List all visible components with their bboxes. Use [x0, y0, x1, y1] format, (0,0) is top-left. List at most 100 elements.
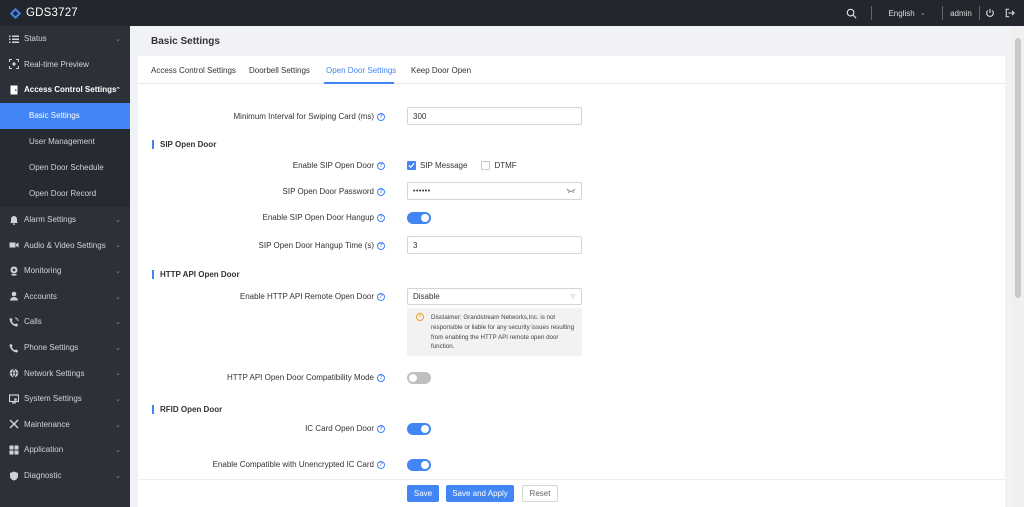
help-icon[interactable]: ? [377, 373, 385, 382]
sidebar-item-label: Audio & Video Settings [24, 240, 106, 250]
sidebar-item-diagnostic[interactable]: Diagnostic ⌄ [0, 463, 130, 489]
user-icon [9, 291, 19, 301]
sidebar-item-phone-settings[interactable]: Phone Settings ⌄ [0, 335, 130, 361]
sidebar-item-real-time-preview[interactable]: Real-time Preview [0, 52, 130, 78]
enable-sip-label: Enable SIP Open Door? [293, 161, 385, 170]
sidebar-item-label: Accounts [24, 291, 57, 301]
chevron-up-icon: ⌃ [115, 87, 121, 95]
sidebar-item-label: System Settings [24, 394, 82, 404]
logout-icon[interactable] [1000, 8, 1020, 18]
sidebar-subitem-open-door-schedule[interactable]: Open Door Schedule [0, 155, 130, 181]
help-icon[interactable]: ? [377, 213, 385, 222]
sidebar-item-alarm-settings[interactable]: Alarm Settings ⌄ [0, 207, 130, 233]
help-icon[interactable]: ? [377, 112, 385, 121]
sidebar-item-maintenance[interactable]: Maintenance ⌄ [0, 412, 130, 438]
logo: GDS3727 [0, 0, 78, 26]
sidebar-item-label: Open Door Record [29, 189, 97, 199]
chevron-down-icon: ⌄ [115, 36, 121, 43]
min-interval-input[interactable]: 300 [407, 107, 582, 125]
sidebar-subitem-basic-settings[interactable]: Basic Settings [0, 102, 130, 129]
section-sip-open-door: SIP Open Door [152, 140, 216, 149]
http-remote-select[interactable]: Disable ▽ [407, 288, 582, 305]
dtmf-checkbox[interactable] [481, 161, 491, 170]
eye-hidden-icon[interactable] [566, 187, 576, 196]
http-disclaimer: ! Disclaimer: Grandstream Networks,Inc. … [407, 308, 582, 356]
toggle-knob [421, 214, 429, 222]
label-text: Enable HTTP API Remote Open Door [239, 292, 374, 301]
sidebar-item-calls[interactable]: Calls ⌄ [0, 309, 130, 335]
password-dots: •••••• [413, 187, 431, 195]
unencrypted-ic-card-toggle[interactable] [407, 459, 431, 471]
scrollbar-thumb[interactable] [1015, 38, 1021, 298]
chevron-down-icon: ⌄ [115, 293, 121, 301]
tab-access-control-settings[interactable]: Access Control Settings [151, 66, 236, 75]
power-icon[interactable] [980, 8, 1000, 18]
tab-doorbell-settings[interactable]: Doorbell Settings [249, 66, 310, 75]
sidebar-item-network-settings[interactable]: Network Settings ⌄ [0, 360, 130, 386]
sidebar-item-application[interactable]: Application ⌄ [0, 437, 130, 463]
calls-icon [9, 317, 19, 327]
sidebar: Status ⌄ Real-time Preview Access Contro… [0, 26, 130, 507]
help-icon[interactable]: ? [377, 292, 385, 301]
search-icon[interactable] [844, 6, 858, 20]
help-icon[interactable]: ? [377, 161, 385, 170]
help-icon[interactable]: ? [377, 241, 385, 250]
chevron-down-icon: ⌄ [115, 447, 121, 455]
sidebar-item-access-control-settings[interactable]: Access Control Settings ⌃ [0, 77, 130, 103]
chevron-down-icon: ⌄ [115, 267, 121, 275]
dtmf-label: DTMF [494, 161, 517, 170]
sip-password-label: SIP Open Door Password? [283, 187, 385, 196]
sidebar-subitem-user-management[interactable]: User Management [0, 129, 130, 155]
chevron-down-icon: ⌄ [115, 344, 121, 352]
sidebar-item-accounts[interactable]: Accounts ⌄ [0, 284, 130, 310]
toggle-knob [421, 461, 429, 469]
tab-keep-door-open[interactable]: Keep Door Open [411, 66, 471, 75]
chevron-down-icon: ⌄ [115, 395, 121, 403]
label-text: IC Card Open Door [305, 424, 374, 433]
help-icon[interactable]: ? [377, 187, 385, 196]
help-icon[interactable]: ? [377, 460, 385, 469]
sidebar-item-label: User Management [29, 137, 95, 147]
min-interval-label: Minimum Interval for Swiping Card (ms)? [234, 112, 385, 121]
list-icon [9, 34, 19, 44]
sidebar-item-label: Calls [24, 317, 42, 327]
alarm-icon [9, 215, 19, 225]
chevron-down-icon: ⌄ [919, 10, 926, 17]
sidebar-subitem-open-door-record[interactable]: Open Door Record [0, 181, 130, 207]
label-text: SIP Open Door Hangup Time (s) [258, 241, 374, 250]
sidebar-item-label: Status [24, 34, 47, 44]
video-icon [9, 240, 19, 250]
user-name[interactable]: admin [943, 9, 979, 18]
sidebar-item-monitoring[interactable]: Monitoring ⌄ [0, 258, 130, 284]
sidebar-item-label: Diagnostic [24, 471, 62, 481]
label-text: Minimum Interval for Swiping Card (ms) [233, 112, 374, 121]
tab-bar: Access Control Settings Doorbell Setting… [138, 56, 1005, 84]
save-and-apply-button[interactable]: Save and Apply [446, 485, 514, 502]
tab-open-door-settings[interactable]: Open Door Settings [326, 66, 396, 75]
sip-hangup-toggle[interactable] [407, 212, 431, 224]
select-value: Disable [413, 292, 440, 301]
chevron-down-icon: ⌄ [115, 472, 121, 480]
help-icon[interactable]: ? [377, 424, 385, 433]
sidebar-item-audio-video-settings[interactable]: Audio & Video Settings ⌄ [0, 232, 130, 258]
sidebar-item-system-settings[interactable]: System Settings ⌄ [0, 386, 130, 412]
main-area: Basic Settings Access Control Settings D… [130, 26, 1006, 507]
scrollbar[interactable] [1012, 26, 1024, 507]
label-text: Enable Compatible with Unencrypted IC Ca… [212, 460, 374, 469]
sip-message-checkbox[interactable] [407, 161, 416, 170]
sip-hangup-time-input[interactable]: 3 [407, 236, 582, 254]
ic-card-toggle[interactable] [407, 423, 431, 435]
sidebar-item-label: Alarm Settings [24, 215, 77, 225]
toggle-knob [421, 425, 429, 433]
sidebar-item-status[interactable]: Status ⌄ [0, 26, 130, 52]
save-button[interactable]: Save [407, 485, 439, 502]
http-compat-toggle[interactable] [407, 372, 431, 384]
sip-password-input[interactable]: •••••• [407, 182, 582, 200]
page-title: Basic Settings [151, 36, 220, 47]
language-select[interactable]: English ⌄ [872, 9, 942, 18]
chevron-down-icon: ▽ [570, 294, 575, 300]
camera-preview-icon [9, 59, 19, 70]
reset-button[interactable]: Reset [522, 485, 558, 502]
sidebar-item-label: Real-time Preview [24, 59, 89, 69]
top-bar: GDS3727 English ⌄ admin [0, 0, 1024, 26]
